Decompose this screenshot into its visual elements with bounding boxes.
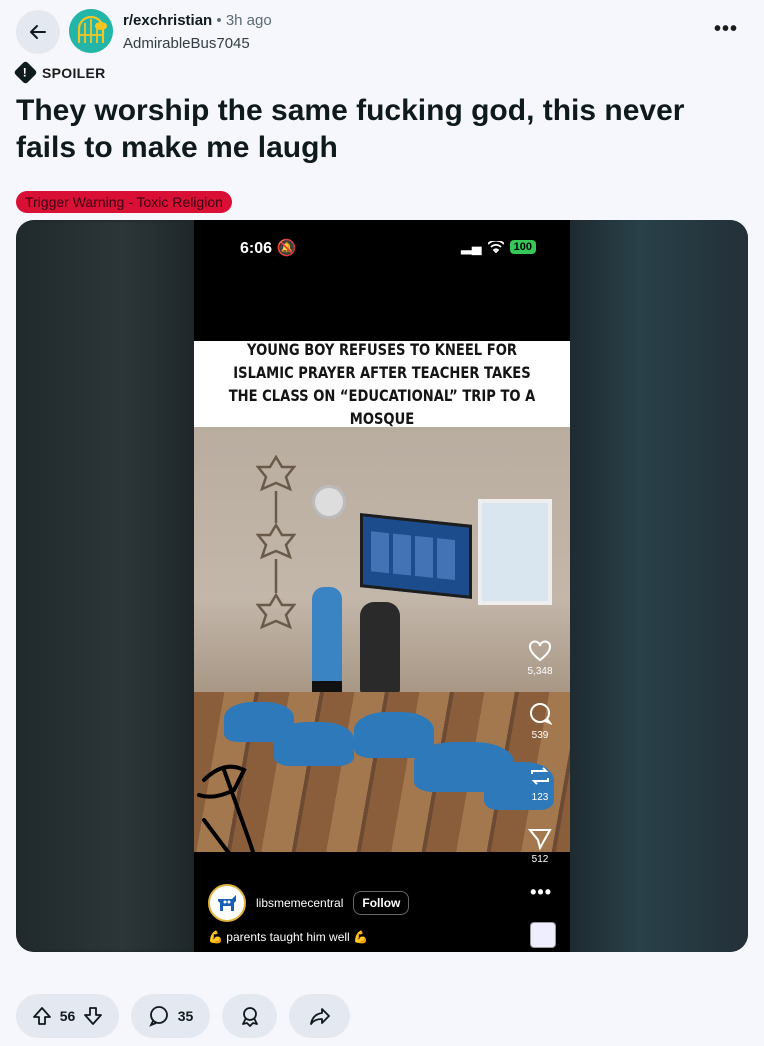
repost-icon <box>531 767 549 785</box>
star-ornament-icon <box>256 455 296 630</box>
flexed-bicep-icon-2: 💪 <box>353 930 368 944</box>
send-count: 512 <box>531 854 549 865</box>
speaker-icon <box>312 485 346 519</box>
award-button[interactable] <box>222 994 277 1038</box>
more-options-button[interactable]: ••• <box>714 18 738 41</box>
battery-badge: 100 <box>509 239 536 254</box>
mute-bell-icon: 🔕 <box>276 240 297 257</box>
status-time: 6:06 🔕 <box>240 240 297 257</box>
comment-count: 539 <box>531 730 549 741</box>
subreddit-avatar[interactable] <box>69 9 113 53</box>
spoiler-icon: ! <box>13 60 38 85</box>
spoiler-label: SPOILER <box>42 64 106 81</box>
more-icon: ••• <box>713 18 738 40</box>
like-action[interactable]: 5,348 <box>527 640 553 702</box>
window <box>478 499 552 605</box>
back-arrow-icon <box>30 25 46 39</box>
video-player[interactable]: 6:06 🔕 ▂▄ 100 YOUNG BOY REFUSES TO KNEEL… <box>16 220 748 952</box>
donkey-logo-icon <box>218 895 236 911</box>
wifi-icon <box>487 240 504 253</box>
send-action[interactable]: 512 <box>528 826 552 888</box>
share-button[interactable] <box>289 994 350 1038</box>
author-link[interactable]: AdmirableBus7045 <box>123 35 250 52</box>
post-flair[interactable]: Trigger Warning - Toxic Religion <box>16 191 232 213</box>
flexed-bicep-icon: 💪 <box>208 930 223 944</box>
upvote-icon[interactable] <box>32 1006 52 1026</box>
chat-bubble-icon <box>530 703 552 725</box>
vote-count: 56 <box>59 1008 76 1024</box>
downvote-icon[interactable] <box>83 1006 103 1026</box>
video-frame: 6:06 🔕 ▂▄ 100 YOUNG BOY REFUSES TO KNEEL… <box>194 220 570 952</box>
post-title: They worship the same fucking god, this … <box>16 94 685 164</box>
video-blur-right <box>568 220 748 952</box>
signal-icon: ▂▄ <box>460 238 482 254</box>
vote-control: 56 <box>16 994 119 1038</box>
comment-count-label: 35 <box>177 1008 194 1024</box>
share-icon <box>309 1008 330 1025</box>
like-count: 5,348 <box>527 666 553 677</box>
subreddit-link[interactable]: r/exchristian <box>123 12 212 29</box>
status-indicators: ▂▄ 100 <box>461 238 536 255</box>
repost-action[interactable]: 123 <box>528 764 552 826</box>
post-meta: r/exchristian • 3h ago <box>123 12 272 29</box>
award-icon <box>241 1007 258 1027</box>
repost-count: 123 <box>531 792 549 803</box>
comments-button[interactable]: 35 <box>131 994 210 1038</box>
tv-screen <box>360 513 472 599</box>
standing-boy <box>312 587 342 701</box>
spoiler-tag: ! SPOILER <box>13 60 106 85</box>
send-icon <box>528 829 552 850</box>
video-more-icon[interactable]: ••• <box>530 882 552 903</box>
meta-separator: • <box>216 12 222 29</box>
video-account: libsmemecentral Follow <box>208 884 410 922</box>
account-avatar[interactable] <box>208 884 246 922</box>
post-time: 3h ago <box>225 12 272 29</box>
account-name[interactable]: libsmemecentral <box>256 896 343 910</box>
teacher-figure <box>360 602 400 694</box>
audio-thumbnail[interactable] <box>530 922 556 948</box>
video-caption: 💪 parents taught him well 💪 <box>208 930 368 944</box>
video-headline: YOUNG BOY REFUSES TO KNEEL FOR ISLAMIC P… <box>194 340 570 428</box>
post-actions: 56 35 <box>16 994 350 1038</box>
video-blur-left <box>16 220 196 952</box>
back-button[interactable] <box>16 10 60 54</box>
comment-action[interactable]: 539 <box>528 702 552 764</box>
heart-icon <box>529 640 551 662</box>
doodle-drawing <box>197 764 257 866</box>
birdcage-icon <box>69 9 113 53</box>
comment-icon <box>148 1006 168 1027</box>
follow-button[interactable]: Follow <box>353 891 410 915</box>
video-side-actions: 5,348 539 123 512 <box>520 640 560 888</box>
